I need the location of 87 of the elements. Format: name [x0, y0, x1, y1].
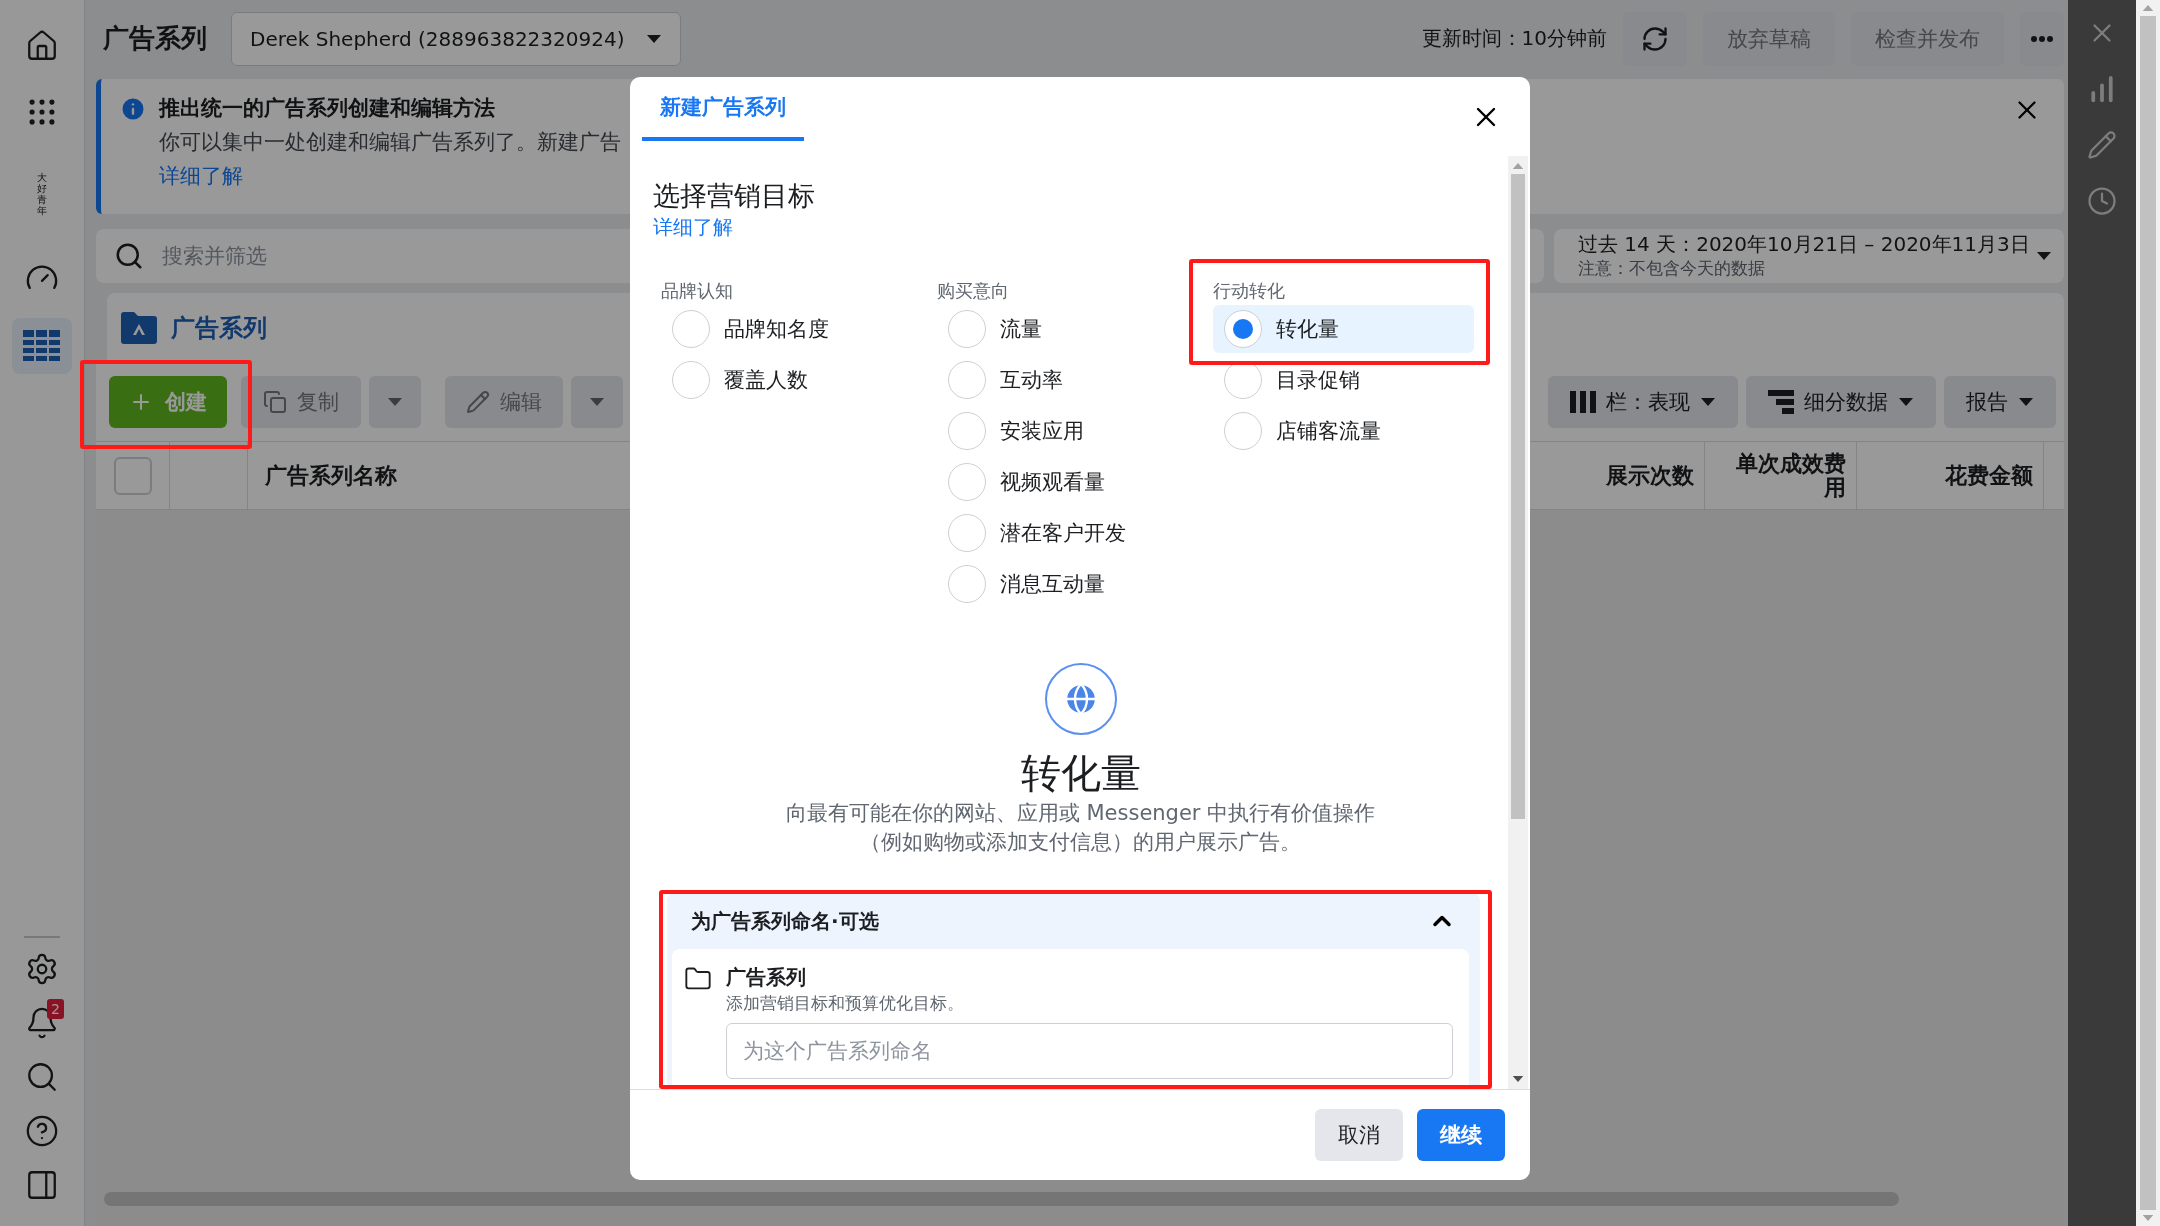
objective-option[interactable]: 潜在客户开发 — [937, 509, 1198, 557]
arrow-up-icon[interactable] — [2142, 4, 2154, 12]
brand-logo: 大好青年 — [37, 172, 47, 216]
checkbox[interactable] — [114, 456, 152, 495]
caret-icon — [589, 396, 605, 407]
caret-icon — [387, 396, 403, 407]
column-header[interactable]: 单次成效费用 — [1731, 451, 1846, 500]
date-range: 过去 14 天：2020年10月21日 – 2020年11月3日 — [1578, 232, 2030, 256]
column-header[interactable]: 广告系列名称 — [265, 463, 397, 488]
radio-button[interactable] — [948, 514, 986, 552]
radio-button[interactable] — [672, 361, 710, 399]
panel-icon — [25, 1168, 59, 1202]
refresh-icon — [1641, 24, 1669, 53]
view-button[interactable]: 报告 — [1944, 375, 2056, 428]
objective-option[interactable]: 互动率 — [937, 356, 1198, 404]
banner-title: 推出统一的广告系列创建和编辑方法 — [159, 95, 496, 122]
radio-button[interactable] — [948, 310, 986, 348]
dropdown-button[interactable] — [571, 375, 623, 428]
home-icon — [25, 29, 59, 63]
arrow-down-icon[interactable] — [1512, 1075, 1524, 1083]
copy-icon — [263, 389, 287, 414]
update-time: 更新时间：10分钟前 — [1421, 25, 1607, 52]
column-header[interactable]: 展示次数 — [1606, 463, 1694, 488]
dialog-tab[interactable]: 新建广告系列 — [642, 77, 804, 141]
info-icon — [119, 95, 147, 123]
bell-icon — [25, 1006, 59, 1040]
pencil-icon — [466, 389, 490, 414]
search-icon — [114, 241, 144, 271]
column-header[interactable]: 花费金额 — [1945, 463, 2033, 488]
objective-title: 转化量 — [1019, 749, 1142, 798]
banner-text: 你可以集中一处创建和编辑广告系列了。新建广告 — [159, 129, 621, 156]
breakdown-icon — [1768, 389, 1794, 414]
scrollbar[interactable] — [2136, 0, 2160, 1226]
columns-icon — [1570, 390, 1596, 413]
item-title: 广告系列 — [726, 964, 807, 991]
dropdown-button[interactable] — [369, 375, 421, 428]
objective-option[interactable]: 品牌知名度 — [661, 305, 922, 353]
globe-icon — [1044, 663, 1117, 735]
clock-icon[interactable] — [2087, 186, 2117, 216]
section-title: 为广告系列命名·可选 — [691, 907, 879, 935]
view-button[interactable]: 细分数据 — [1746, 375, 1936, 428]
table-icon — [23, 330, 61, 362]
group-label: 品牌认知 — [661, 279, 733, 303]
arrow-up-icon[interactable] — [1512, 162, 1524, 170]
account-select[interactable]: Derek Shepherd (288963822320924) — [231, 11, 681, 66]
folder-icon — [121, 311, 157, 344]
objective-option[interactable]: 消息互动量 — [937, 560, 1198, 608]
objective-option[interactable]: 覆盖人数 — [661, 356, 922, 404]
page-title: 广告系列 — [103, 22, 207, 55]
caret-icon — [2036, 251, 2052, 261]
name-input-field[interactable]: 为这个广告系列命名 — [726, 1023, 1453, 1079]
caret-icon — [2018, 396, 2034, 407]
cancel-button[interactable]: 取消 — [1315, 1109, 1403, 1161]
radio-button[interactable] — [948, 463, 986, 501]
caret-icon — [646, 33, 662, 44]
radio-button[interactable] — [1224, 310, 1262, 348]
objective-option[interactable]: 店铺客流量 — [1213, 407, 1474, 455]
more-icon — [2031, 35, 2053, 42]
caret-icon — [1700, 396, 1716, 407]
radio-button[interactable] — [1224, 412, 1262, 450]
objective-option[interactable]: 转化量 — [1213, 305, 1474, 353]
learn-more-link[interactable]: 详细了解 — [653, 214, 733, 241]
group-label: 购买意向 — [937, 279, 1009, 303]
radio-button[interactable] — [948, 412, 986, 450]
date-note: 注意：不包含今天的数据 — [1578, 257, 1766, 280]
radio-button[interactable] — [672, 310, 710, 348]
objective-description: 向最有可能在你的网站、应用或 Messenger 中执行有价值操作（例如购物或添加支付信息）的用户展示广告。 — [784, 800, 1377, 856]
notification-badge: 2 — [47, 999, 64, 1019]
sidebar-item[interactable] — [12, 318, 72, 374]
radio-button[interactable] — [948, 565, 986, 603]
dialog-heading: 选择营销目标 — [653, 179, 816, 213]
search-icon — [25, 1060, 59, 1094]
radio-button[interactable] — [948, 361, 986, 399]
group-label: 行动转化 — [1213, 279, 1285, 303]
pencil-icon[interactable] — [2087, 130, 2117, 160]
view-button[interactable]: 栏：表现 — [1548, 375, 1738, 428]
date-range-button[interactable]: 过去 14 天：2020年10月21日 – 2020年11月3日 注意：不包含今天的数据 — [1554, 229, 2064, 283]
settings-icon — [25, 952, 59, 986]
card-title: 广告系列 — [171, 312, 267, 344]
objective-option[interactable]: 安装应用 — [937, 407, 1198, 455]
objective-option[interactable]: 视频观看量 — [937, 458, 1198, 506]
scrollbar[interactable] — [1508, 156, 1528, 1089]
continue-button[interactable]: 继续 — [1417, 1109, 1505, 1161]
sidebar-item[interactable]: 2 — [12, 999, 72, 1047]
caret-icon — [1898, 396, 1914, 407]
item-hint: 添加营销目标和预算优化目标。 — [726, 992, 965, 1015]
help-icon — [25, 1114, 59, 1148]
